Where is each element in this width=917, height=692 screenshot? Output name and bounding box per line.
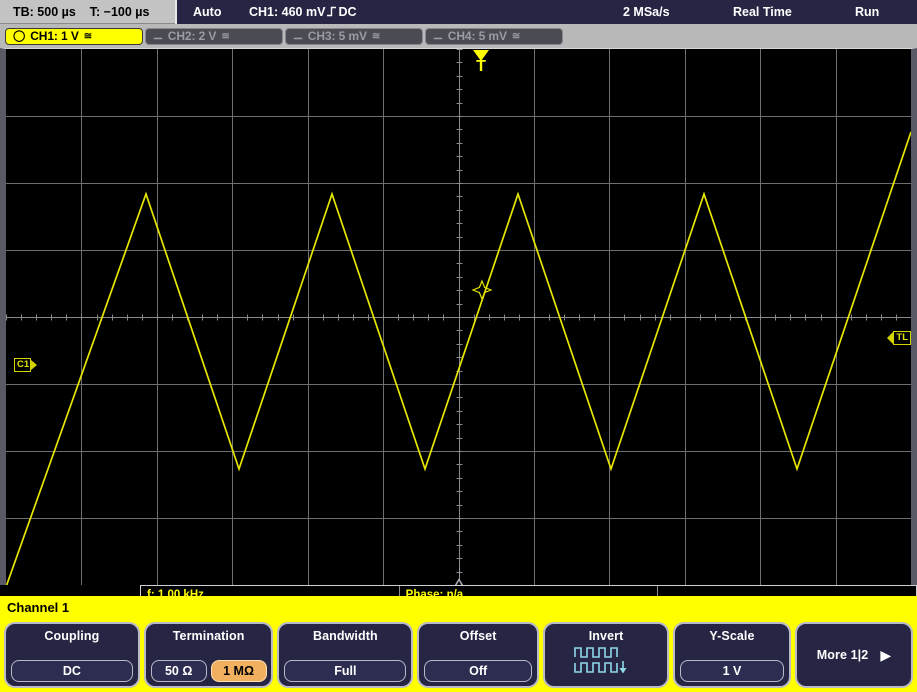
invert-label: Invert (589, 629, 624, 643)
channel-tab-ch4-label: CH4: 5 mV (448, 29, 507, 43)
sample-rate-value: 2 MSa/s (623, 5, 670, 19)
dash-icon: ⚊ (293, 31, 303, 42)
waveform-canvas (6, 49, 911, 585)
dash-icon: ⚊ (153, 31, 163, 42)
termination-value-row: 50 Ω 1 MΩ (151, 660, 267, 682)
coupling-value-dc[interactable]: DC (11, 660, 133, 682)
trigger-offset-value: T: −100 µs (90, 5, 150, 19)
offset-button[interactable]: Offset Off (417, 622, 539, 688)
trigger-level-label: TL (893, 331, 911, 345)
trigger-source-text: CH1: 460 mV (249, 5, 325, 19)
bandwidth-value-full[interactable]: Full (284, 660, 406, 682)
invert-waveform-icon (569, 645, 643, 684)
scope-display[interactable]: C1 TL T (0, 48, 917, 585)
channel-tab-bar: ◯ CH1: 1 V ≅ ⚊ CH2: 2 V ≅ ⚊ CH3: 5 mV ≅ … (0, 24, 917, 48)
channel-tab-ch2-label: CH2: 2 V (168, 29, 217, 43)
chevron-right-icon: ▶ (880, 648, 891, 662)
offset-value-off[interactable]: Off (424, 660, 532, 682)
channel-tab-ch1-label: CH1: 1 V (30, 29, 79, 43)
ellipse-icon: ◯ (13, 31, 25, 42)
trigger-position-marker[interactable]: T (468, 50, 494, 73)
channel-tab-ch3-label: CH3: 5 mV (308, 29, 367, 43)
coupling-label: Coupling (44, 629, 99, 643)
trigger-mode-value: Auto (193, 5, 221, 19)
channel-tab-ch1[interactable]: ◯ CH1: 1 V ≅ (5, 28, 143, 45)
channel-ground-marker[interactable]: C1 (14, 357, 37, 372)
offset-label: Offset (460, 629, 497, 643)
coupling-symbol: ≅ (84, 31, 92, 42)
coupling-symbol: ≅ (512, 31, 520, 42)
bandwidth-button[interactable]: Bandwidth Full (277, 622, 413, 688)
termination-button[interactable]: Termination 50 Ω 1 MΩ (144, 622, 274, 688)
more-pages-label: More 1|2 (817, 648, 869, 662)
marker-stem (459, 568, 460, 578)
y-scale-value-row: 1 V (680, 660, 784, 682)
trigger-coupling-text: DC (338, 5, 356, 19)
channel-tab-ch4[interactable]: ⚊ CH4: 5 mV ≅ (425, 28, 563, 45)
softkey-panel: Channel 1 Coupling DC Termination 50 Ω 1… (0, 596, 917, 692)
channel-tab-ch3[interactable]: ⚊ CH3: 5 mV ≅ (285, 28, 423, 45)
top-status-bar: TB: 500 µs T: −100 µs Auto CH1: 460 mV DC… (0, 0, 917, 24)
offset-value-row: Off (424, 660, 532, 682)
termination-label: Termination (173, 629, 245, 643)
bandwidth-label: Bandwidth (313, 629, 378, 643)
coupling-symbol: ≅ (372, 31, 380, 42)
trigger-level-marker[interactable]: TL (887, 330, 911, 345)
y-scale-value[interactable]: 1 V (680, 660, 784, 682)
softkey-row: Coupling DC Termination 50 Ω 1 MΩ Bandwi… (4, 622, 913, 688)
trigger-source-value: CH1: 460 mV DC (249, 5, 357, 19)
coupling-value-row: DC (11, 660, 133, 682)
acquisition-status-section: Auto CH1: 460 mV DC 2 MSa/s Real Time Run (175, 0, 917, 24)
run-state-value: Run (855, 5, 879, 19)
coupling-button[interactable]: Coupling DC (4, 622, 140, 688)
dash-icon: ⚊ (433, 31, 443, 42)
ground-arrow-icon (31, 360, 37, 370)
panel-title: Channel 1 (7, 600, 69, 615)
timebase-section: TB: 500 µs T: −100 µs (0, 0, 175, 24)
rising-slope-icon (326, 6, 337, 17)
timebase-value: TB: 500 µs (13, 5, 76, 19)
y-scale-button[interactable]: Y-Scale 1 V (673, 622, 791, 688)
y-scale-label: Y-Scale (709, 629, 754, 643)
acquisition-mode-value: Real Time (733, 5, 792, 19)
channel-ground-label: C1 (14, 358, 31, 372)
invert-button[interactable]: Invert (543, 622, 669, 688)
channel-tab-ch2[interactable]: ⚊ CH2: 2 V ≅ (145, 28, 283, 45)
termination-value-1megohm[interactable]: 1 MΩ (211, 660, 267, 682)
trigger-marker-label: T (468, 60, 494, 73)
coupling-symbol: ≅ (221, 31, 229, 42)
bandwidth-value-row: Full (284, 660, 406, 682)
waveform-plot[interactable] (6, 49, 911, 585)
termination-value-50ohm[interactable]: 50 Ω (151, 660, 207, 682)
more-pages-button[interactable]: More 1|2 ▶ (795, 622, 913, 688)
